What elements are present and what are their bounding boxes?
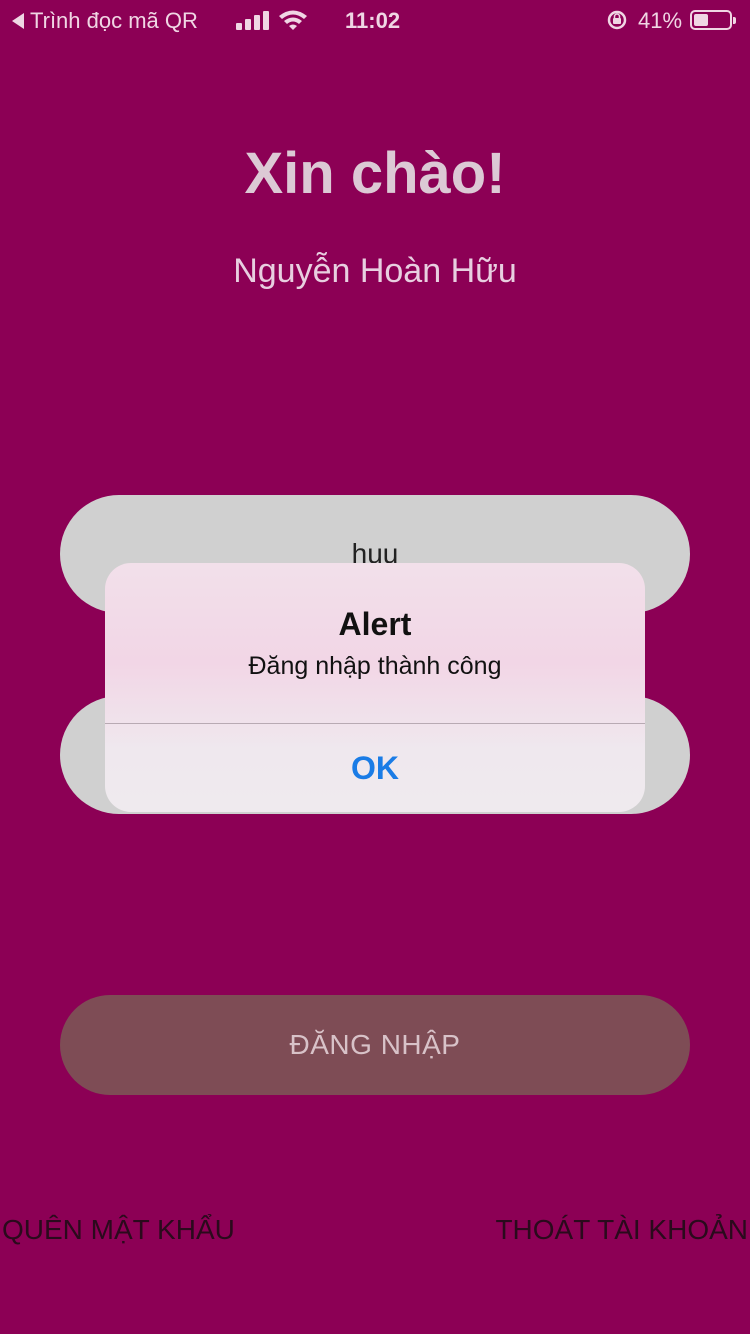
- back-app-label: Trình đọc mã QR: [30, 8, 198, 33]
- logout-link[interactable]: THOÁT TÀI KHOẢN: [495, 1214, 748, 1246]
- battery-nub: [733, 17, 736, 24]
- cellular-signal-icon: [236, 10, 270, 30]
- battery-level: [694, 14, 708, 26]
- forgot-password-link[interactable]: QUÊN MẬT KHẨU: [2, 1214, 235, 1246]
- status-time: 11:02: [345, 8, 401, 33]
- alert-title: Alert: [338, 606, 412, 642]
- user-name: Nguyễn Hoàn Hữu: [233, 252, 517, 290]
- alert-message: Đăng nhập thành công: [248, 652, 502, 680]
- login-screen: Trình đọc mã QR 11:02 41% Xin chào! Nguy…: [0, 0, 750, 1334]
- status-bar: Trình đọc mã QR 11:02 41%: [0, 0, 750, 40]
- back-caret-icon: [12, 13, 24, 29]
- rotation-lock-icon: [607, 10, 627, 30]
- battery-icon: [690, 10, 736, 30]
- alert-dialog: Alert Đăng nhập thành công OK: [105, 563, 645, 812]
- battery-percent: 41%: [638, 8, 683, 33]
- wifi-icon: [279, 10, 307, 30]
- login-button[interactable]: ĐĂNG NHẬP: [60, 995, 690, 1095]
- back-to-app[interactable]: Trình đọc mã QR: [12, 8, 198, 34]
- greeting-title: Xin chào!: [244, 141, 506, 206]
- alert-ok-button[interactable]: OK: [105, 724, 645, 812]
